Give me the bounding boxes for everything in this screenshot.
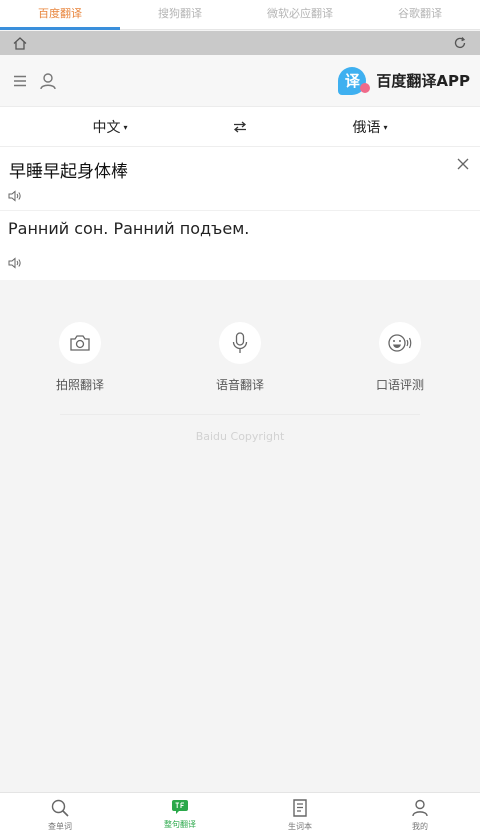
speaking-icon bbox=[388, 334, 412, 352]
source-panel: 早睡早起身体棒 bbox=[0, 147, 480, 211]
user-icon bbox=[40, 72, 56, 89]
tool-circle bbox=[379, 322, 421, 364]
nav-word-lookup[interactable]: 查单词 bbox=[0, 793, 120, 830]
nav-label: 整句翻译 bbox=[164, 820, 196, 829]
app-header: 译 百度翻译APP bbox=[0, 55, 480, 107]
tool-circle bbox=[59, 322, 101, 364]
nav-label: 生词本 bbox=[288, 822, 312, 830]
target-language-label: 俄语 bbox=[352, 119, 381, 136]
camera-icon bbox=[70, 335, 90, 351]
translate-icon bbox=[172, 800, 188, 814]
nav-icon-wrap bbox=[171, 799, 189, 815]
nav-icon-wrap bbox=[291, 799, 309, 817]
nav-icon-wrap bbox=[411, 799, 429, 817]
translate-logo-icon: 译 bbox=[338, 66, 371, 95]
divider bbox=[60, 414, 420, 415]
brand-name: 百度翻译APP bbox=[376, 72, 470, 90]
menu-icon bbox=[14, 75, 26, 86]
menu-button[interactable] bbox=[10, 71, 30, 91]
refresh-button[interactable] bbox=[452, 35, 468, 51]
copyright-text: Baidu Copyright bbox=[195, 430, 285, 443]
source-language-label: 中文 bbox=[92, 119, 121, 136]
home-icon bbox=[13, 36, 27, 50]
close-icon bbox=[457, 158, 469, 170]
refresh-icon bbox=[454, 37, 466, 49]
brand[interactable]: 译 百度翻译APP bbox=[338, 66, 470, 95]
notebook-icon bbox=[293, 799, 307, 817]
nav-icon-wrap bbox=[51, 799, 69, 817]
tool-label: 口语评测 bbox=[375, 378, 424, 392]
voice-translate-button[interactable]: 语音翻译 bbox=[160, 322, 320, 402]
tool-label: 语音翻译 bbox=[215, 378, 264, 392]
tool-circle bbox=[219, 322, 261, 364]
tab-baidu-translate[interactable]: 百度翻译 bbox=[0, 0, 120, 30]
tool-label: 拍照翻译 bbox=[55, 378, 104, 392]
chevron-down-icon: ▾ bbox=[123, 122, 128, 132]
tab-google-translate[interactable]: 谷歌翻译 bbox=[360, 0, 480, 29]
engine-tabs: 百度翻译 搜狗翻译 微软必应翻译 谷歌翻译 bbox=[0, 0, 480, 30]
clear-button[interactable] bbox=[456, 156, 470, 170]
chevron-down-icon: ▾ bbox=[383, 122, 388, 132]
nav-mine[interactable]: 我的 bbox=[360, 793, 480, 830]
tab-sogou-translate[interactable]: 搜狗翻译 bbox=[120, 0, 240, 29]
speaker-icon bbox=[8, 190, 21, 202]
source-text-input[interactable]: 早睡早起身体棒 bbox=[9, 157, 128, 182]
swap-languages-button[interactable] bbox=[220, 121, 260, 133]
language-selector: 中文 ▾ 俄语 ▾ bbox=[0, 107, 480, 147]
translation-result: Ранний сон. Ранний подъем. bbox=[8, 219, 250, 238]
nav-label: 我的 bbox=[412, 822, 428, 830]
home-button[interactable] bbox=[12, 35, 28, 51]
microphone-icon bbox=[232, 332, 248, 353]
swap-icon bbox=[233, 121, 247, 132]
speaker-icon bbox=[8, 257, 21, 269]
result-panel: Ранний сон. Ранний подъем. bbox=[0, 211, 480, 280]
tools-row: 拍照翻译 语音翻译 口语评测 bbox=[0, 322, 480, 402]
nav-vocabulary-book[interactable]: 生词本 bbox=[240, 793, 360, 830]
result-speak-button[interactable] bbox=[8, 254, 22, 269]
tab-bing-translate[interactable]: 微软必应翻译 bbox=[240, 0, 360, 29]
bottom-nav: 查单词 整句翻译 生词本 我的 bbox=[0, 792, 480, 830]
account-button[interactable] bbox=[38, 71, 58, 91]
nav-sentence-translate[interactable]: 整句翻译 bbox=[120, 793, 240, 830]
nav-label: 查单词 bbox=[48, 822, 72, 830]
user-icon bbox=[412, 799, 428, 817]
speaking-test-button[interactable]: 口语评测 bbox=[320, 322, 480, 402]
source-speak-button[interactable] bbox=[8, 187, 22, 202]
target-language-dropdown[interactable]: 俄语 ▾ bbox=[260, 117, 480, 137]
photo-translate-button[interactable]: 拍照翻译 bbox=[0, 322, 160, 402]
browser-bar bbox=[0, 31, 480, 55]
search-icon bbox=[51, 799, 69, 817]
source-language-dropdown[interactable]: 中文 ▾ bbox=[0, 117, 220, 137]
